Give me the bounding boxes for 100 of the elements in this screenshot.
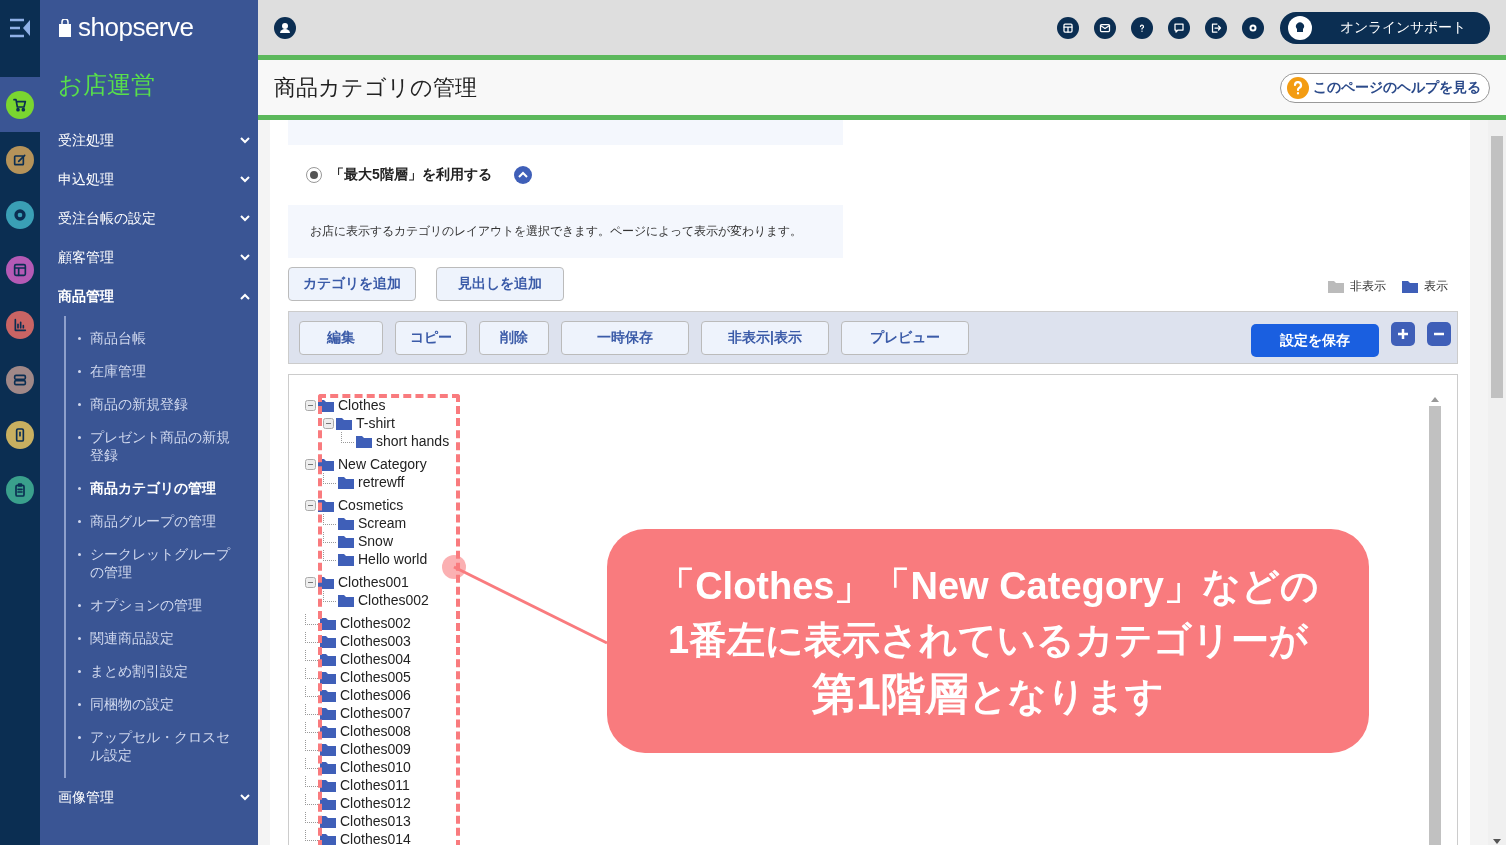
support-button[interactable]: オンラインサポート [1280,11,1490,44]
collapse-all-button[interactable] [1427,321,1451,346]
bullet-icon [78,553,81,556]
collapse-icon[interactable] [305,458,316,470]
toolbar-button[interactable]: 編集 [299,320,383,355]
add-button[interactable]: カテゴリを追加 [288,267,416,301]
legend-label: 表示 [1424,278,1448,295]
bullet-icon [78,637,81,640]
folder-icon [1328,280,1344,293]
chevron-up-icon [240,293,250,300]
menu-item[interactable]: 商品管理 [40,277,258,316]
submenu-item[interactable]: シークレットグループの管理 [66,538,258,589]
tree-item[interactable]: Clothes002 [358,592,429,608]
toolbar-button[interactable]: 非表示|表示 [701,320,829,355]
expand-all-button[interactable] [1391,321,1415,346]
submenu-item[interactable]: 商品台帳 [66,322,258,355]
tree-item[interactable]: Clothes009 [340,741,411,757]
tree-item[interactable]: New Category [338,456,427,472]
tree-item[interactable]: retrewff [358,474,405,490]
tree-item[interactable]: Clothes007 [340,705,411,721]
tree-item[interactable]: Clothes012 [340,795,411,811]
bullet-icon [78,370,81,373]
info-text: お店に表示するカテゴリのレイアウトを選択できます。ページによって表示が変わります。 [309,223,802,240]
bullet-icon [78,487,81,490]
save-button[interactable]: 設定を保存 [1251,324,1379,357]
menu-item[interactable]: 顧客管理 [40,238,258,277]
chat-icon[interactable] [1168,16,1190,39]
scrollbar-thumb[interactable] [1429,406,1441,845]
submenu-item[interactable]: 商品カテゴリの管理 [66,472,258,505]
submenu-item[interactable]: 同梱物の設定 [66,688,258,721]
folder-icon [320,760,336,774]
radio-button[interactable] [306,167,322,183]
folder-icon [338,475,354,489]
folder-icon [356,434,372,448]
tree-item[interactable]: Clothes013 [340,813,411,829]
submenu-item[interactable]: 関連商品設定 [66,622,258,655]
submenu-item[interactable]: 商品の新規登録 [66,388,258,421]
tree-item[interactable]: Clothes [338,397,386,413]
tree-item[interactable]: Clothes004 [340,651,411,667]
toolbar-button[interactable]: 削除 [479,320,549,355]
menu-item[interactable]: 受注処理 [40,121,258,160]
folder-icon [320,670,336,684]
folder-icon [320,832,336,845]
menu-item[interactable]: 受注台帳の設定 [40,199,258,238]
tree-item[interactable]: Snow [358,533,394,549]
mail-icon[interactable] [1094,16,1116,39]
help-link[interactable]: このページのヘルプを見る [1280,72,1490,103]
logo: shopserve [78,12,194,43]
tree-item[interactable]: Scream [358,515,407,531]
help-icon[interactable] [1131,16,1153,39]
logout-icon[interactable] [1205,16,1227,39]
menu-item[interactable]: 申込処理 [40,160,258,199]
tree-item[interactable]: Clothes011 [340,777,410,793]
folder-icon [320,616,336,630]
legend-label: 非表示 [1350,278,1386,295]
tree-item[interactable]: Clothes005 [340,669,411,685]
toolbar-button[interactable]: プレビュー [841,320,969,355]
tree-item[interactable]: Clothes001 [338,574,409,590]
submenu-item[interactable]: まとめ割引設定 [66,655,258,688]
store-icon[interactable] [1057,16,1079,39]
collapse-icon[interactable] [305,399,316,411]
bullet-icon [78,520,81,523]
add-button[interactable]: 見出しを追加 [436,267,564,301]
menu-icon[interactable] [9,17,31,38]
folder-icon [338,552,354,566]
tree-item[interactable]: Cosmetics [338,497,404,513]
tree-item[interactable]: Clothes003 [340,633,411,649]
scroll-down-icon[interactable] [1493,839,1501,845]
tree-item[interactable]: Clothes006 [340,687,411,703]
settings-icon[interactable] [1242,16,1264,39]
submenu-item[interactable]: 在庫管理 [66,355,258,388]
tree-item[interactable]: short hands [376,433,450,449]
folder-icon [320,724,336,738]
chevron-up-icon[interactable] [513,166,532,184]
collapse-icon[interactable] [305,499,316,511]
callout-text: 1番左に表示されているカテゴリーが [667,618,1309,663]
page-scrollbar-thumb[interactable] [1491,136,1503,398]
tree-item[interactable]: Clothes002 [340,615,411,631]
callout-text: 第1階層となります [812,668,1164,720]
collapse-icon[interactable] [305,576,316,588]
tree-item[interactable]: Clothes014 [340,831,411,845]
scroll-up-icon[interactable] [1431,396,1439,402]
tree-item[interactable]: T-shirt [356,415,395,431]
tree-item[interactable]: Clothes010 [340,759,411,775]
collapse-icon[interactable] [323,417,334,429]
plus-icon [1397,327,1409,340]
folder-icon [1402,280,1418,293]
submenu-item[interactable]: オプションの管理 [66,589,258,622]
toolbar-button[interactable]: コピー [395,320,467,355]
menu-item[interactable]: 画像管理 [40,778,258,817]
folder-icon [320,742,336,756]
folder-icon [336,416,352,430]
tree-item[interactable]: Hello world [358,551,428,567]
submenu-item[interactable]: プレゼント商品の新規登録 [66,421,258,472]
tree-item[interactable]: Clothes008 [340,723,411,739]
toolbar-button[interactable]: 一時保存 [561,320,689,355]
user-icon[interactable] [274,16,296,39]
folder-icon [338,534,354,548]
submenu-item[interactable]: 商品グループの管理 [66,505,258,538]
submenu-item[interactable]: アップセル・クロスセル設定 [66,721,258,772]
